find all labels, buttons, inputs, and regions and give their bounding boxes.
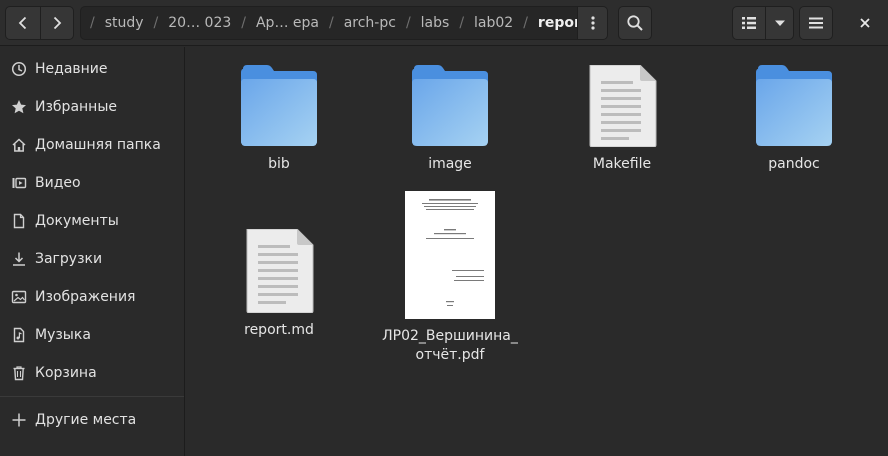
file-item-report-pdf[interactable]: ЛР02_Вершинина_ отчёт.pdf: [375, 191, 525, 365]
trash-icon: [10, 364, 28, 382]
sidebar-item-label: Музыка: [35, 327, 91, 343]
sidebar-item-documents[interactable]: Документы: [0, 203, 184, 239]
navigation-buttons: [5, 6, 74, 40]
window-close-icon: [860, 18, 870, 28]
path-menu-button[interactable]: [577, 7, 607, 39]
file-item-bib[interactable]: bib: [204, 65, 354, 174]
sidebar-item-pictures[interactable]: Изображения: [0, 279, 184, 315]
file-item-image[interactable]: image: [375, 65, 525, 174]
pan-down-icon: [774, 20, 785, 26]
sidebar-item-label: Недавние: [35, 61, 108, 77]
file-name-line1: ЛР02_Вершинина_: [382, 328, 518, 344]
path-separator: /: [328, 15, 334, 31]
list-view-icon: [742, 17, 756, 29]
file-name-line2: отчёт.pdf: [415, 347, 485, 363]
plus-icon: [10, 411, 28, 429]
file-view: bib image Makefile pandoc report.md ЛР02…: [186, 47, 888, 456]
path-separator: /: [459, 15, 465, 31]
folder-icon: [241, 65, 317, 146]
sidebar-item-music[interactable]: Музыка: [0, 317, 184, 353]
file-name: bib: [268, 156, 290, 172]
pdf-thumbnail-icon: [405, 191, 495, 319]
breadcrumb-course[interactable]: Ар… ера: [256, 7, 319, 39]
download-icon: [10, 250, 28, 268]
sidebar-item-downloads[interactable]: Загрузки: [0, 241, 184, 277]
file-name: pandoc: [768, 156, 820, 172]
file-item-pandoc[interactable]: pandoc: [719, 65, 869, 174]
file-name: report.md: [244, 322, 314, 338]
file-name: image: [428, 156, 472, 172]
document-icon: [10, 212, 28, 230]
sidebar-item-label: Загрузки: [35, 251, 103, 267]
path-separator: /: [241, 15, 246, 31]
path-separator: /: [405, 15, 411, 31]
sidebar-item-label: Другие места: [35, 412, 137, 428]
video-icon: [10, 174, 28, 192]
text-file-icon: [589, 65, 657, 147]
file-name: ЛР02_Вершинина_ отчёт.pdf: [382, 327, 518, 365]
search-button[interactable]: [618, 6, 652, 40]
breadcrumb-study[interactable]: study: [105, 7, 144, 39]
sidebar-item-label: Документы: [35, 213, 119, 229]
go-previous-icon: [18, 16, 26, 30]
sidebar-item-home[interactable]: Домашняя папка: [0, 127, 184, 163]
path-separator: /: [153, 15, 159, 31]
path-bar: / study / 20… 023 / Ар… ера / arch-pc / …: [80, 6, 608, 40]
view-more-icon: [590, 16, 595, 30]
sidebar-item-trash[interactable]: Корзина: [0, 355, 184, 391]
breadcrumb-arch-pc[interactable]: arch-pc: [344, 7, 396, 39]
sidebar-item-videos[interactable]: Видео: [0, 165, 184, 201]
forward-button[interactable]: [39, 7, 74, 39]
breadcrumb-year[interactable]: 20… 023: [168, 7, 231, 39]
breadcrumb-lab02[interactable]: lab02: [474, 7, 513, 39]
sidebar-item-label: Видео: [35, 175, 81, 191]
view-options-button[interactable]: [765, 7, 793, 39]
main-menu-button[interactable]: [799, 6, 833, 40]
go-next-icon: [53, 16, 62, 30]
sidebar-divider: [0, 396, 184, 397]
sidebar-item-recent[interactable]: Недавние: [0, 51, 184, 87]
path-separator: /: [90, 15, 95, 31]
clock-icon: [10, 60, 28, 78]
view-controls: [732, 6, 794, 40]
back-button[interactable]: [6, 7, 40, 39]
sidebar-item-label: Домашняя папка: [35, 137, 161, 153]
breadcrumb-labs[interactable]: labs: [421, 7, 450, 39]
header-bar: / study / 20… 023 / Ар… ера / arch-pc / …: [0, 0, 888, 46]
home-icon: [10, 136, 28, 154]
search-icon: [627, 15, 643, 31]
sidebar-item-starred[interactable]: Избранные: [0, 89, 184, 125]
text-file-icon: [246, 229, 314, 313]
open-menu-icon: [809, 17, 823, 29]
file-item-makefile[interactable]: Makefile: [547, 65, 697, 174]
music-icon: [10, 326, 28, 344]
star-icon: [10, 98, 28, 116]
image-icon: [10, 288, 28, 306]
sidebar-item-label: Избранные: [35, 99, 117, 115]
sidebar-item-label: Изображения: [35, 289, 136, 305]
file-item-report-md[interactable]: report.md: [204, 229, 354, 340]
sidebar-item-label: Корзина: [35, 365, 97, 381]
folder-icon: [412, 65, 488, 146]
folder-icon: [756, 65, 832, 146]
sidebar-item-other-locations[interactable]: Другие места: [0, 402, 184, 438]
list-view-button[interactable]: [733, 7, 765, 39]
path-separator: /: [523, 15, 528, 31]
file-name: Makefile: [592, 156, 652, 172]
sidebar: Недавние Избранные Домашняя папка Видео …: [0, 47, 185, 456]
close-button[interactable]: [848, 6, 882, 40]
